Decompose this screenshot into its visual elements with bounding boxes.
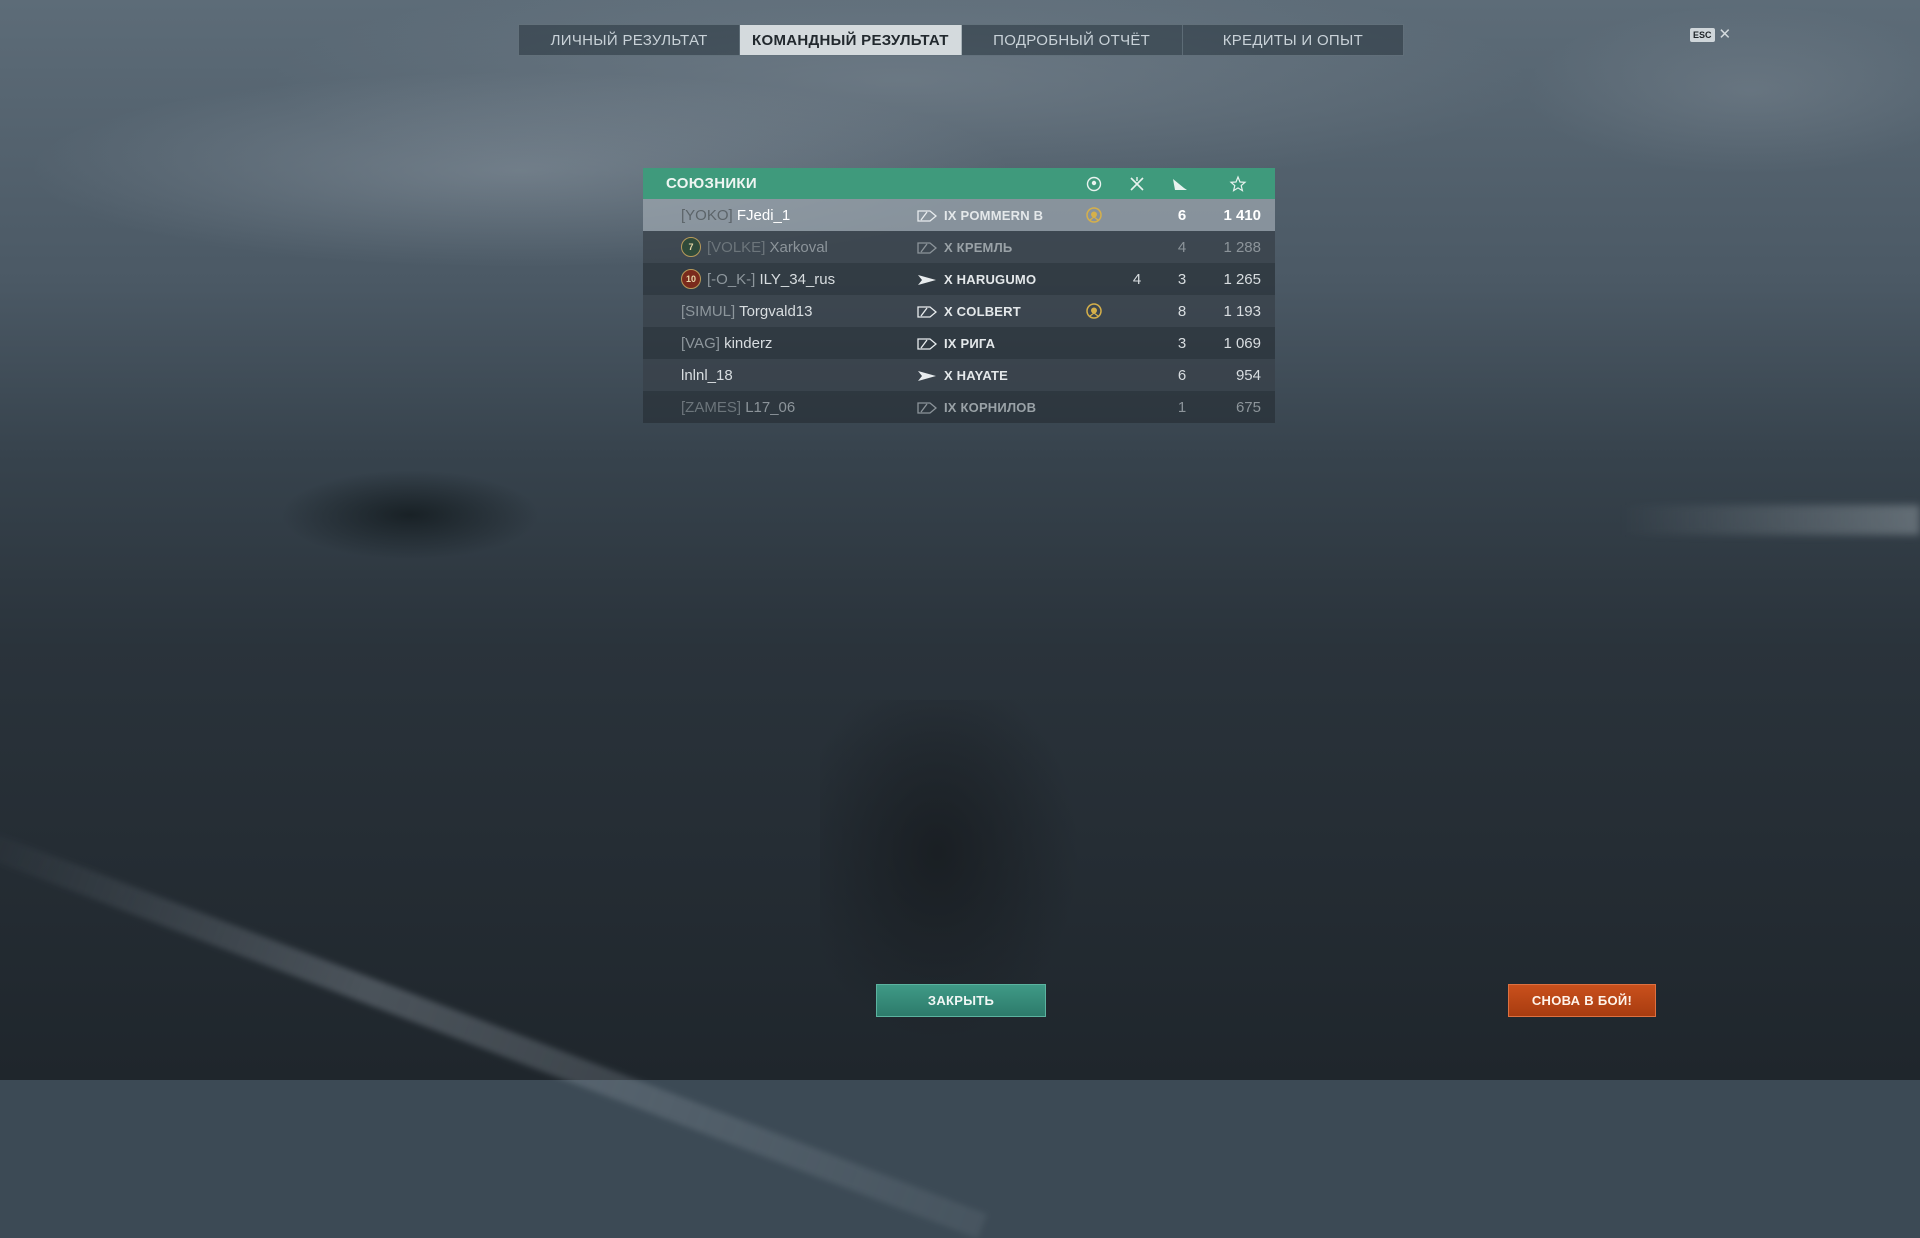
clan-tag: [-O_K-] [707, 270, 756, 288]
rank-badge: 7 [681, 237, 701, 257]
player-label: lnlnl_18 [681, 367, 733, 384]
player-label: [VOLKE] Xarkoval [707, 239, 828, 256]
player-name: ILY_34_rus [759, 270, 836, 288]
cruiser-class-icon [917, 401, 938, 414]
base-xp-value: 1 410 [1223, 206, 1261, 224]
destroyer-class-icon [917, 369, 937, 381]
player-name: L17_06 [745, 398, 796, 416]
cruiser-class-icon [917, 337, 938, 350]
cruiser-class-icon [917, 241, 938, 254]
player-label: [SIMUL] Torgvald13 [681, 303, 812, 320]
player-name: Xarkoval [769, 238, 828, 256]
ship-name: IX POMMERN B [944, 207, 1044, 223]
player-label: [ZAMES] L17_06 [681, 399, 795, 416]
table-row[interactable]: 10 [-O_K-] ILY_34_rus X HARUGUMO 4 3 1 265 [643, 263, 1275, 295]
medal-icon [1085, 206, 1103, 224]
table-row[interactable]: 7 [VOLKE] Xarkoval X КРЕМЛЬ 4 1 288 [643, 231, 1275, 263]
clan-tag: [SIMUL] [681, 302, 736, 320]
tab-personal-result[interactable]: ЛИЧНЫЙ РЕЗУЛЬТАТ [519, 25, 741, 55]
player-name: Torgvald13 [739, 302, 813, 320]
ship-name: X COLBERT [944, 303, 1021, 319]
esc-key-label: ESC [1690, 27, 1715, 42]
cruiser-class-icon [917, 209, 938, 222]
table-row[interactable]: [SIMUL] Torgvald13 X COLBERT 8 1 193 [643, 295, 1275, 327]
allies-table-body: [YOKO] FJedi_1 IX POMMERN B61 410 7 [VOLKE]… [643, 199, 1275, 423]
back-to-battle-button[interactable]: СНОВА В БОЙ! [1508, 984, 1656, 1017]
ship-name: IX РИГА [944, 335, 996, 351]
player-name: kinderz [724, 334, 773, 352]
base-xp-value: 1 265 [1223, 270, 1261, 288]
base-xp-value: 1 069 [1223, 334, 1261, 352]
background-island [280, 470, 540, 560]
table-row[interactable]: lnlnl_18 X HAYATE 6 954 [643, 359, 1275, 391]
allies-table: СОЮЗНИКИ [YOKO] FJedi_1 IX POMMERN B61 41… [643, 168, 1275, 423]
base-xp-value: 1 288 [1223, 238, 1261, 256]
ship-name: IX КОРНИЛОВ [944, 399, 1037, 415]
player-label: [YOKO] FJedi_1 [681, 207, 790, 224]
close-icon: ✕ [1718, 26, 1732, 43]
player-name: FJedi_1 [736, 206, 791, 224]
close-button[interactable]: ЗАКРЫТЬ [876, 984, 1046, 1017]
base-xp-value: 675 [1235, 398, 1261, 416]
allies-title: СОЮЗНИКИ [666, 175, 757, 192]
planes-destroyed-icon [1130, 177, 1144, 191]
table-row[interactable]: [VAG] kinderz IX РИГА 3 1 069 [643, 327, 1275, 359]
player-label: [VAG] kinderz [681, 335, 772, 352]
ship-name: X КРЕМЛЬ [944, 239, 1013, 255]
clan-tag: [VOLKE] [707, 238, 766, 256]
ships-destroyed-value: 6 [1177, 206, 1187, 224]
ships-destroyed-value: 1 [1177, 398, 1187, 416]
base-xp-value: 1 193 [1223, 302, 1261, 320]
ships-destroyed-value: 8 [1177, 302, 1187, 320]
esc-close-button[interactable]: ESC ✕ [1690, 27, 1731, 42]
planes-destroyed-value: 4 [1132, 270, 1142, 288]
tab-detailed-report[interactable]: ПОДРОБНЫЙ ОТЧЁТ [962, 25, 1183, 55]
table-row[interactable]: [ZAMES] L17_06 IX КОРНИЛОВ 1 675 [643, 391, 1275, 423]
ship-name: X HAYATE [944, 367, 1008, 383]
clan-tag: [VAG] [681, 334, 720, 352]
tab-credits-and-xp[interactable]: КРЕДИТЫ И ОПЫТ [1183, 25, 1403, 55]
ships-destroyed-value: 4 [1177, 238, 1187, 256]
ships-destroyed-value: 3 [1177, 334, 1187, 352]
clan-tag: [YOKO] [681, 206, 733, 224]
base-xp-value: 954 [1235, 366, 1261, 384]
allies-table-header: СОЮЗНИКИ [643, 168, 1275, 199]
tab-team-result[interactable]: КОМАНДНЫЙ РЕЗУЛЬТАТ [740, 25, 962, 55]
laurel-medal-icon [1086, 176, 1102, 192]
star-icon [1229, 175, 1247, 192]
player-label: [-O_K-] ILY_34_rus [707, 271, 835, 288]
destroyer-class-icon [917, 273, 937, 285]
ships-destroyed-icon [1173, 179, 1187, 190]
ships-destroyed-value: 3 [1177, 270, 1187, 288]
ships-destroyed-value: 6 [1177, 366, 1187, 384]
medal-icon [1085, 302, 1103, 320]
clan-tag: [ZAMES] [681, 398, 742, 416]
rank-badge: 10 [681, 269, 701, 289]
ship-name: X HARUGUMO [944, 271, 1037, 287]
player-name: lnlnl_18 [681, 366, 733, 384]
background-haze [1620, 505, 1920, 535]
table-row[interactable]: [YOKO] FJedi_1 IX POMMERN B 6 1 410 [643, 199, 1275, 231]
cruiser-class-icon [917, 305, 938, 318]
results-tabs: ЛИЧНЫЙ РЕЗУЛЬТАТ КОМАНДНЫЙ РЕЗУЛЬТАТ ПОД… [518, 24, 1404, 56]
